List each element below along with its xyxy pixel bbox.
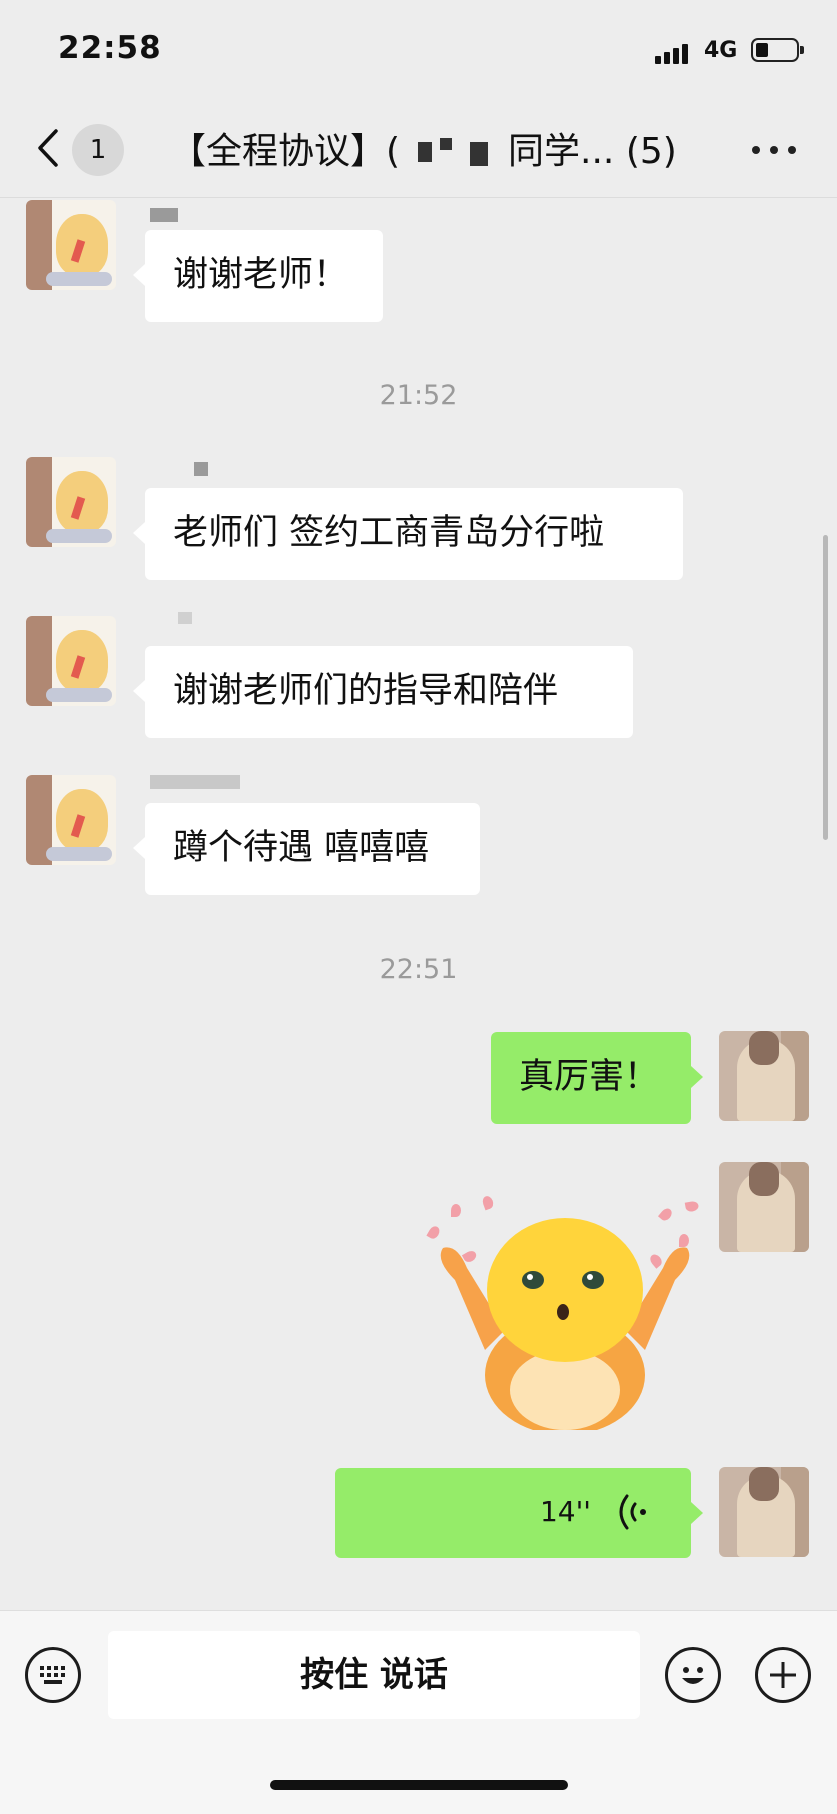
voice-wave-icon bbox=[619, 1494, 646, 1530]
my-avatar[interactable] bbox=[719, 1162, 809, 1252]
redacted-sender-name bbox=[194, 462, 208, 476]
unread-count-badge[interactable]: 1 bbox=[72, 124, 124, 176]
scrollbar[interactable] bbox=[823, 535, 828, 840]
sender-avatar[interactable] bbox=[26, 616, 116, 706]
redacted-sender-name bbox=[150, 208, 178, 222]
status-time: 22:58 bbox=[58, 30, 162, 66]
chat-title-prefix: 【全程协议】( bbox=[170, 131, 401, 172]
plus-button[interactable] bbox=[755, 1647, 811, 1703]
timestamp: 21:52 bbox=[379, 380, 458, 411]
message-bubble-sent[interactable]: 真厉害！ bbox=[491, 1032, 703, 1124]
keyboard-button[interactable] bbox=[25, 1647, 81, 1703]
emoji-icon bbox=[682, 1667, 704, 1684]
chat-title-suffix: 同学... (5) bbox=[508, 131, 677, 172]
sticker-image[interactable] bbox=[425, 1190, 705, 1435]
signal-icon bbox=[655, 40, 695, 64]
network-type: 4G bbox=[704, 38, 738, 63]
chat-title: 【全程协议】( 同学... (5) bbox=[170, 122, 677, 174]
message-bubble[interactable]: 谢谢老师们的指导和陪伴 bbox=[133, 646, 633, 738]
message-bubble[interactable]: 谢谢老师！ bbox=[133, 230, 383, 322]
emoji-button[interactable] bbox=[665, 1647, 721, 1703]
redacted-sender-name bbox=[178, 612, 192, 624]
hold-to-talk-button[interactable]: 按住 说话 bbox=[108, 1631, 640, 1719]
sender-avatar[interactable] bbox=[26, 200, 116, 290]
back-chevron-icon bbox=[38, 129, 58, 167]
duck-sticker-icon bbox=[440, 1218, 690, 1435]
status-bar: 22:58 4G bbox=[0, 0, 837, 105]
my-avatar[interactable] bbox=[719, 1467, 809, 1557]
voice-message[interactable]: 14'' bbox=[335, 1468, 703, 1558]
back-button[interactable] bbox=[34, 127, 74, 173]
voice-duration: 14'' bbox=[539, 1495, 591, 1528]
redacted-name bbox=[400, 136, 508, 170]
sender-avatar[interactable] bbox=[26, 457, 116, 547]
message-bubble[interactable]: 蹲个待遇 嘻嘻嘻 bbox=[133, 803, 480, 895]
keyboard-icon bbox=[40, 1666, 65, 1684]
home-indicator[interactable] bbox=[270, 1780, 568, 1790]
message-bubble[interactable]: 老师们 签约工商青岛分行啦 bbox=[133, 488, 683, 580]
timestamp: 22:51 bbox=[379, 954, 458, 985]
sender-avatar[interactable] bbox=[26, 775, 116, 865]
plus-icon bbox=[770, 1662, 796, 1688]
battery-icon bbox=[751, 38, 804, 62]
more-button[interactable] bbox=[752, 140, 796, 160]
my-avatar[interactable] bbox=[719, 1031, 809, 1121]
redacted-sender-name bbox=[150, 775, 240, 789]
